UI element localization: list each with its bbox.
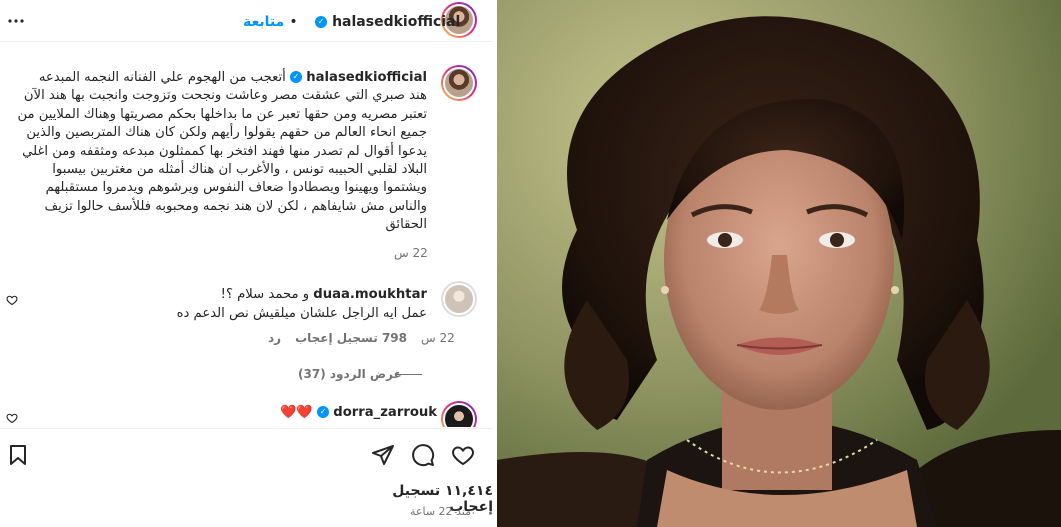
- caption-avatar[interactable]: [441, 65, 477, 101]
- more-options-icon[interactable]: [4, 9, 28, 33]
- view-replies-button[interactable]: عرض الردود (37): [298, 367, 402, 381]
- caption-username[interactable]: halasedkiofficial: [306, 70, 427, 85]
- header-username[interactable]: halasedkiofficial: [332, 14, 460, 30]
- comment-like-icon[interactable]: [6, 412, 18, 424]
- caption: halasedkiofficial ✓ أتعجب من الهجوم علي …: [17, 69, 427, 235]
- follow-row: متابعة •: [243, 11, 298, 30]
- comment-hearts: ❤️❤️: [280, 405, 313, 420]
- comment-time: 22 س: [421, 331, 455, 345]
- verified-icon: ✓: [315, 15, 327, 28]
- comment-icon[interactable]: [411, 443, 435, 467]
- post-photo: [497, 0, 1061, 527]
- commenter-avatar[interactable]: [441, 281, 477, 317]
- comment-username[interactable]: duaa.moukhtar: [313, 287, 427, 302]
- comments-list[interactable]: halasedkiofficial ✓ أتعجب من الهجوم علي …: [0, 43, 493, 427]
- commenter-avatar[interactable]: [441, 401, 477, 427]
- comment-like-icon[interactable]: [6, 294, 18, 306]
- post-header: ✓ halasedkiofficial متابعة •: [0, 0, 493, 42]
- comment-text-line2: عمل ايه الراجل علشان ميلقيش نص الدعم ده: [176, 306, 427, 321]
- comment-username[interactable]: dorra_zarrouk: [333, 405, 437, 420]
- portrait-image: [497, 0, 1061, 527]
- caption-text: أتعجب من الهجوم علي الفنانه النجمه المبد…: [17, 70, 427, 233]
- verified-icon: ✓: [317, 406, 330, 418]
- comment-2: dorra_zarrouk ✓ ❤️❤️: [280, 405, 437, 420]
- caption-time: 22 س: [394, 246, 428, 260]
- heart-icon[interactable]: [451, 443, 475, 467]
- follow-button[interactable]: متابعة: [243, 14, 284, 30]
- verified-icon: ✓: [290, 71, 303, 83]
- post-panel: ✓ halasedkiofficial متابعة • halasedkiof…: [0, 0, 493, 527]
- post-time[interactable]: منذ 22 ساعة: [410, 505, 471, 518]
- comment-likes[interactable]: 798 تسجيل إعجاب: [295, 331, 407, 345]
- share-icon[interactable]: [371, 443, 395, 467]
- comment-meta: 22 س 798 تسجيل إعجاب رد: [268, 331, 455, 345]
- separator-dot: •: [289, 14, 298, 30]
- comment-text-line1: و محمد سلام ؟!: [220, 287, 310, 302]
- bookmark-icon[interactable]: [6, 443, 30, 467]
- reply-button[interactable]: رد: [268, 331, 281, 345]
- comment-1: duaa.moukhtar و محمد سلام ؟! عمل ايه الر…: [27, 285, 427, 323]
- post-actions: ١١,٤١٤ تسجيل إعجاب منذ 22 ساعة: [0, 428, 493, 527]
- header-username-row: ✓ halasedkiofficial: [315, 11, 460, 30]
